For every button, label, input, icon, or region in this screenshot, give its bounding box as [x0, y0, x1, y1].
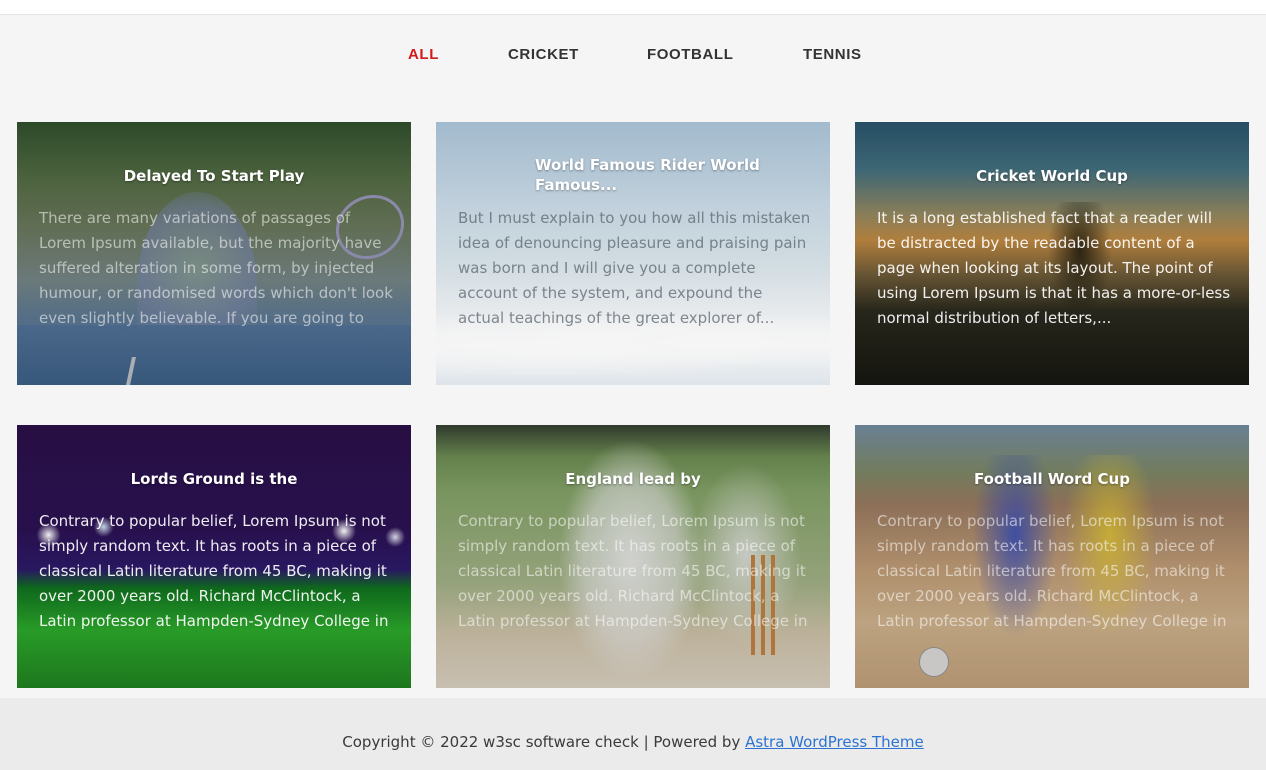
- card-title[interactable]: England lead by: [436, 469, 830, 489]
- post-card-lords-ground[interactable]: Lords Ground is the Contrary to popular …: [17, 425, 411, 688]
- filter-cricket[interactable]: CRICKET: [508, 46, 579, 63]
- category-filter-bar: ALL CRICKET FOOTBALL TENNIS: [0, 46, 1266, 66]
- filter-all[interactable]: ALL: [408, 46, 439, 63]
- card-excerpt: It is a long established fact that a rea…: [877, 209, 1231, 327]
- post-card-england[interactable]: England lead by Contrary to popular beli…: [436, 425, 830, 688]
- top-bar: [0, 0, 1266, 15]
- card-title[interactable]: World Famous Rider World Famous...: [436, 155, 830, 195]
- card-excerpt: But I must explain to you how all this m…: [458, 209, 811, 327]
- post-card-tennis[interactable]: Delayed To Start Play There are many var…: [17, 122, 411, 385]
- filter-tennis[interactable]: TENNIS: [803, 46, 862, 63]
- theme-link[interactable]: Astra WordPress Theme: [745, 733, 924, 751]
- card-excerpt: Contrary to popular belief, Lorem Ipsum …: [877, 512, 1227, 630]
- card-title[interactable]: Football Word Cup: [855, 469, 1249, 489]
- footer-copyright: Copyright © 2022 w3sc software check | P…: [0, 733, 1266, 751]
- copyright-text: Copyright © 2022 w3sc software check | P…: [342, 733, 746, 751]
- site-footer: Copyright © 2022 w3sc software check | P…: [0, 698, 1266, 770]
- filter-football[interactable]: FOOTBALL: [647, 46, 733, 63]
- post-card-football[interactable]: Football Word Cup Contrary to popular be…: [855, 425, 1249, 688]
- post-card-rider[interactable]: World Famous Rider World Famous... But I…: [436, 122, 830, 385]
- card-title[interactable]: Delayed To Start Play: [17, 166, 411, 186]
- card-title[interactable]: Cricket World Cup: [855, 166, 1249, 186]
- card-excerpt: There are many variations of passages of…: [39, 209, 393, 327]
- card-excerpt: Contrary to popular belief, Lorem Ipsum …: [458, 512, 808, 630]
- post-card-cricket-world-cup[interactable]: Cricket World Cup It is a long establish…: [855, 122, 1249, 385]
- card-excerpt: Contrary to popular belief, Lorem Ipsum …: [39, 512, 389, 630]
- card-title[interactable]: Lords Ground is the: [17, 469, 411, 489]
